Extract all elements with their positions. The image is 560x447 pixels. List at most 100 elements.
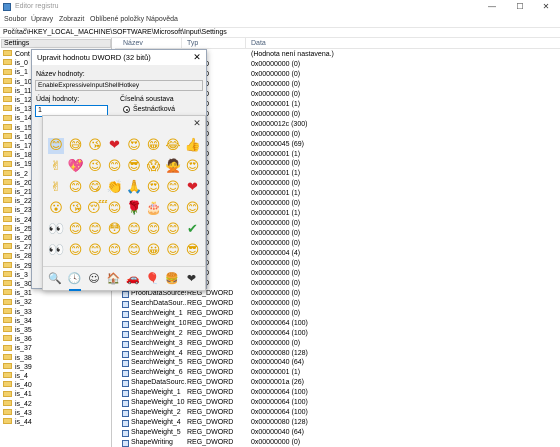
emoji-cell[interactable]: 😊: [165, 201, 181, 217]
emoji-cell[interactable]: 😎: [126, 159, 142, 175]
column-name-header[interactable]: Název: [123, 38, 143, 49]
emoji-cell[interactable]: 😘: [68, 201, 84, 217]
emoji-cell[interactable]: 😊: [107, 201, 123, 217]
menu-file[interactable]: Soubor: [4, 16, 27, 23]
value-row[interactable]: SearchWeight_10 REG_DWORD 0x00000064 (100): [115, 319, 560, 329]
value-data: 0x00000001 (1): [251, 190, 301, 198]
value-row[interactable]: SearchWeight_4 REG_DWORD 0x00000080 (128): [115, 349, 560, 359]
emoji-cell[interactable]: 😊: [165, 180, 181, 196]
emoji-cell[interactable]: 😊: [126, 222, 142, 238]
menu-favorites[interactable]: Oblíbené položky: [90, 16, 144, 23]
emoji-cell[interactable]: 😍: [185, 159, 201, 175]
address-bar[interactable]: Počítač\HKEY_LOCAL_MACHINE\SOFTWARE\Micr…: [0, 27, 560, 38]
value-row[interactable]: SearchWeight_3 REG_DWORD 0x00000000 (0): [115, 339, 560, 349]
emoji-cell[interactable]: 😮: [48, 201, 64, 217]
emoji-panel: ✕ 😊 😅 😘 ❤ 😍 😁 😂 👍 ✌ 💖 😉 😊 😎 😱 🙅 😍 ✌ 😊 😋 👏 🙏 😍 😊 ❤ 😮 😘 😴 😊 🌹 🎂 😊 😊 👀 😊 😊 😳 😊 😊…: [42, 115, 206, 291]
hex-radio[interactable]: [123, 106, 130, 113]
emoji-cell[interactable]: 😊: [165, 222, 181, 238]
heart-icon[interactable]: ❤: [184, 271, 200, 287]
emoji-cell[interactable]: 😋: [87, 180, 103, 196]
value-row[interactable]: ShapeDataSourc... REG_DWORD 0x0000001a (26…: [115, 378, 560, 388]
emoji-cell[interactable]: 😴: [87, 201, 108, 217]
emoji-cell[interactable]: 😊: [87, 222, 103, 238]
emoji-cell[interactable]: 👏: [107, 180, 123, 196]
emoji-cell[interactable]: 😊: [165, 243, 181, 259]
tree-item[interactable]: is_44: [3, 418, 43, 428]
value-row[interactable]: SearchWeight_6 REG_DWORD 0x00000001 (1): [115, 368, 560, 378]
emoji-cell[interactable]: 👍: [185, 138, 201, 154]
recent-icon[interactable]: 🕓: [67, 271, 83, 291]
emoji-cell[interactable]: 🙏: [126, 180, 142, 196]
folder-icon: [3, 362, 12, 369]
celebration-icon[interactable]: 🎈: [145, 271, 161, 287]
emoji-cell[interactable]: 😳: [107, 222, 123, 238]
smiley-icon[interactable]: ☺: [86, 271, 102, 287]
emoji-cell[interactable]: 😂: [165, 138, 181, 154]
value-row[interactable]: ShapeWriting REG_DWORD 0x00000000 (0): [115, 438, 560, 447]
folder-icon: [3, 215, 12, 222]
vehicle-icon[interactable]: 🚗: [125, 271, 141, 287]
emoji-cell[interactable]: 👀: [48, 222, 64, 238]
emoji-cell[interactable]: 😊: [185, 201, 201, 217]
menu-help[interactable]: Nápověda: [146, 16, 178, 23]
value-row[interactable]: ShapeWeight_2 REG_DWORD 0x00000064 (100): [115, 408, 560, 418]
value-row[interactable]: ShapeWeight_10 REG_DWORD 0x00000064 (100): [115, 398, 560, 408]
emoji-cell[interactable]: 🎂: [146, 201, 162, 217]
menu-view[interactable]: Zobrazit: [59, 16, 84, 23]
column-data-header[interactable]: Data: [251, 38, 266, 49]
emoji-cell[interactable]: 😱: [146, 159, 162, 175]
emoji-cell[interactable]: 💖: [68, 159, 84, 175]
tree-selected-key[interactable]: Settings: [1, 39, 111, 48]
people-icon[interactable]: 🏠: [106, 271, 122, 287]
value-row[interactable]: ShapeWeight_5 REG_DWORD 0x00000040 (64): [115, 428, 560, 438]
value-row[interactable]: SearchWeight_5 REG_DWORD 0x00000040 (64): [115, 358, 560, 368]
emoji-cell[interactable]: 😊: [68, 222, 84, 238]
dialog-close-icon[interactable]: ✕: [192, 51, 202, 64]
close-button[interactable]: ✕: [532, 0, 560, 14]
emoji-cell[interactable]: ✌: [48, 180, 64, 196]
emoji-cell[interactable]: 😊: [107, 159, 123, 175]
food-icon[interactable]: 🍔: [164, 271, 180, 287]
minimize-button[interactable]: —: [478, 0, 506, 14]
emoji-cell[interactable]: ✔: [185, 222, 201, 238]
column-separator[interactable]: [181, 38, 182, 49]
emoji-cell[interactable]: 😊: [126, 243, 142, 259]
emoji-cell[interactable]: 🌹: [126, 201, 142, 217]
emoji-cell[interactable]: 😁: [146, 138, 162, 154]
value-row[interactable]: ShapeWeight_1 REG_DWORD 0x00000064 (100): [115, 388, 560, 398]
emoji-cell[interactable]: 😊: [107, 243, 123, 259]
value-data: 0x00000000 (0): [251, 269, 301, 277]
emoji-cell[interactable]: 😘: [87, 138, 103, 154]
emoji-cell[interactable]: 👀: [48, 243, 64, 259]
emoji-cell[interactable]: ❤: [185, 180, 201, 196]
emoji-cell[interactable]: ❤: [107, 138, 123, 154]
emoji-cell[interactable]: 😊: [146, 222, 162, 238]
emoji-cell[interactable]: 🙅: [165, 159, 181, 175]
emoji-cell[interactable]: 😊: [87, 243, 103, 259]
emoji-cell[interactable]: 😊: [68, 180, 84, 196]
column-type-header[interactable]: Typ: [187, 38, 198, 49]
search-icon[interactable]: 🔍: [47, 271, 63, 287]
emoji-cell[interactable]: 😉: [87, 159, 103, 175]
tree-item-label: is_14: [15, 115, 32, 123]
tree-item-label: is_23: [15, 207, 32, 215]
column-separator[interactable]: [245, 38, 246, 49]
tree-item-label: is_20: [15, 179, 32, 187]
emoji-cell[interactable]: 😊: [68, 243, 84, 259]
tree-item-label: is_44: [15, 419, 32, 426]
emoji-cell[interactable]: 😀: [146, 243, 162, 259]
emoji-cell[interactable]: 😍: [146, 180, 162, 196]
value-row[interactable]: SearchWeight_2 REG_DWORD 0x00000064 (100): [115, 329, 560, 339]
value-data: 0x00000000 (0): [251, 439, 301, 447]
value-row[interactable]: ShapeWeight_4 REG_DWORD 0x00000080 (128): [115, 418, 560, 428]
value-row[interactable]: SearchWeight_1 REG_DWORD 0x00000000 (0): [115, 309, 560, 319]
emoji-close-icon[interactable]: ✕: [192, 117, 202, 129]
menu-edit[interactable]: Úpravy: [31, 16, 53, 23]
emoji-cell[interactable]: 😊: [48, 138, 64, 154]
maximize-button[interactable]: ☐: [506, 0, 534, 14]
emoji-cell[interactable]: 😍: [126, 138, 142, 154]
emoji-cell[interactable]: 😎: [185, 243, 201, 259]
emoji-cell[interactable]: 😅: [68, 138, 84, 154]
value-row[interactable]: SearchDataSour... REG_DWORD 0x00000000 (0): [115, 299, 560, 309]
emoji-cell[interactable]: ✌: [48, 159, 64, 175]
